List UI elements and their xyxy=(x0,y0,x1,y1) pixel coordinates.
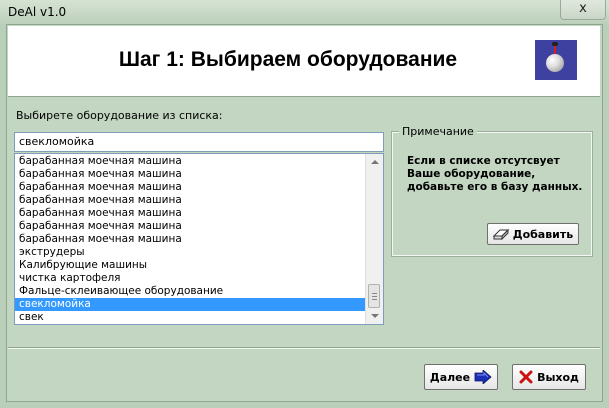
title-bar: DeAl v1.0 x xyxy=(0,0,609,24)
next-button[interactable]: Далее xyxy=(424,364,498,390)
equipment-list-items: барабанная моечная машина барабанная моеч… xyxy=(15,155,366,324)
arrow-right-icon xyxy=(474,370,492,384)
list-item[interactable]: барабанная моечная машина xyxy=(15,181,366,194)
next-button-label: Далее xyxy=(429,370,471,384)
list-item[interactable]: барабанная моечная машина xyxy=(15,194,366,207)
scroll-down-button[interactable] xyxy=(366,308,383,324)
list-item[interactable]: барабанная моечная машина xyxy=(15,233,366,246)
footer-divider xyxy=(8,347,600,349)
equipment-list-label: Выбирете оборудование из списка: xyxy=(16,109,223,122)
exit-button-label: Выход xyxy=(537,370,579,384)
page-title: Шаг 1: Выбираем оборудование xyxy=(118,48,458,71)
equipment-listbox[interactable]: барабанная моечная машина барабанная моеч… xyxy=(14,153,384,325)
globe-icon xyxy=(535,40,577,80)
scroll-thumb[interactable] xyxy=(368,284,380,308)
chevron-up-icon xyxy=(371,160,379,164)
list-item[interactable]: барабанная моечная машина xyxy=(15,207,366,220)
list-item[interactable]: свекломойка xyxy=(15,298,366,311)
add-button-label: Добавить xyxy=(512,227,574,241)
window-title: DeAl v1.0 xyxy=(8,5,67,19)
chevron-down-icon xyxy=(371,314,379,318)
add-button[interactable]: Добавить xyxy=(487,223,579,245)
list-item[interactable]: чистка картофеля xyxy=(15,272,366,285)
list-item[interactable]: свек xyxy=(15,311,366,324)
list-item[interactable]: Калибрующие машины xyxy=(15,259,366,272)
scroll-up-button[interactable] xyxy=(366,154,383,170)
close-button[interactable]: x xyxy=(560,0,606,20)
exit-button[interactable]: Выход xyxy=(512,364,586,390)
close-x-icon xyxy=(519,370,533,384)
list-item[interactable]: Фальце-склеивающее оборудование xyxy=(15,285,366,298)
list-item[interactable]: барабанная моечная машина xyxy=(15,220,366,233)
list-item[interactable]: барабанная моечная машина xyxy=(15,155,366,168)
list-item[interactable]: экструдеры xyxy=(15,246,366,259)
note-text: Если в списке отсутсвует Ваше оборудован… xyxy=(407,155,583,193)
eraser-icon xyxy=(492,228,509,240)
note-legend: Примечание xyxy=(399,125,477,138)
list-scrollbar[interactable] xyxy=(365,154,383,324)
equipment-input[interactable]: свекломойка xyxy=(14,132,384,152)
header-panel: Шаг 1: Выбираем оборудование xyxy=(8,26,600,97)
list-item[interactable]: барабанная моечная машина xyxy=(15,168,366,181)
